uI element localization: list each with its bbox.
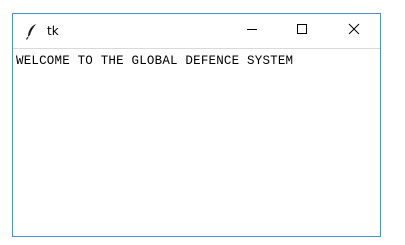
window-content: WELCOME TO THE GLOBAL DEFENCE SYSTEM (13, 48, 380, 236)
title-bar[interactable]: tk (13, 14, 380, 48)
minimize-button[interactable] (229, 14, 275, 48)
minimize-icon (246, 22, 258, 40)
app-window: tk WELCOME TO THE GLOBAL DEFENCE SYSTEM (12, 13, 381, 237)
maximize-icon (296, 22, 308, 40)
maximize-button[interactable] (279, 14, 325, 48)
close-icon (348, 22, 360, 40)
window-title: tk (47, 24, 59, 38)
close-button[interactable] (331, 14, 377, 48)
welcome-label: WELCOME TO THE GLOBAL DEFENCE SYSTEM (16, 54, 294, 68)
tk-feather-icon (25, 23, 39, 40)
